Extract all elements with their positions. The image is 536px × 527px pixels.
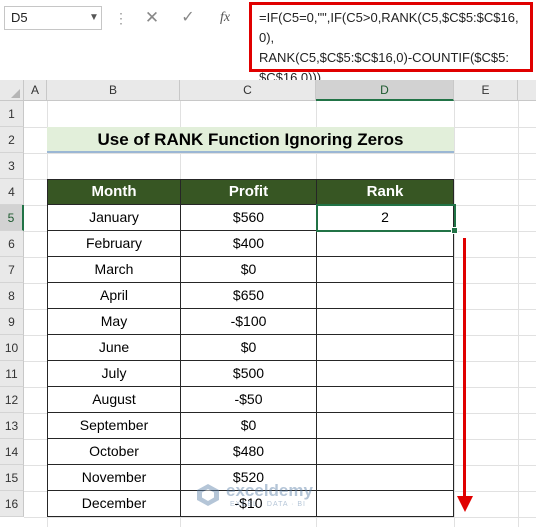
table-cell-month[interactable]: June <box>47 335 181 361</box>
table-cell-month[interactable]: November <box>47 465 181 491</box>
table-cell-month[interactable]: September <box>47 413 181 439</box>
check-icon[interactable]: ✓ <box>178 6 198 30</box>
table-cell-profit[interactable]: $400 <box>180 231 317 257</box>
table-cell-month[interactable]: February <box>47 231 181 257</box>
column-header-c[interactable]: C <box>180 80 316 101</box>
table-cell-month[interactable]: August <box>47 387 181 413</box>
table-cell-rank[interactable] <box>316 387 454 413</box>
table-cell-rank[interactable] <box>316 283 454 309</box>
table-cell-profit[interactable]: $0 <box>180 413 317 439</box>
row-header-6[interactable]: 6 <box>0 231 24 257</box>
active-cell-d5[interactable] <box>316 204 456 232</box>
table-cell-profit[interactable]: $0 <box>180 257 317 283</box>
fill-arrow-line <box>463 238 466 498</box>
row-header-7[interactable]: 7 <box>0 257 24 283</box>
gridline-horizontal <box>24 153 536 154</box>
table-cell-rank[interactable] <box>316 413 454 439</box>
table-cell-rank[interactable] <box>316 257 454 283</box>
watermark-name: exceldemy <box>226 481 313 500</box>
table-cell-month[interactable]: October <box>47 439 181 465</box>
column-header-b[interactable]: B <box>47 80 180 101</box>
table-cell-month[interactable]: March <box>47 257 181 283</box>
table-cell-profit[interactable]: $480 <box>180 439 317 465</box>
column-header-a[interactable]: A <box>24 80 47 101</box>
arrow-down-icon <box>457 496 473 512</box>
close-icon[interactable]: ✕ <box>142 6 162 30</box>
row-header-12[interactable]: 12 <box>0 387 24 413</box>
table-cell-rank[interactable] <box>316 439 454 465</box>
table-cell-month[interactable]: December <box>47 491 181 517</box>
row-header-3[interactable]: 3 <box>0 153 24 179</box>
table-cell-profit[interactable]: $650 <box>180 283 317 309</box>
header-profit[interactable]: Profit <box>180 179 317 205</box>
table-cell-month[interactable]: May <box>47 309 181 335</box>
header-rank[interactable]: Rank <box>316 179 454 205</box>
table-cell-profit[interactable]: -$50 <box>180 387 317 413</box>
column-header-d[interactable]: D <box>316 80 454 101</box>
column-header-e[interactable]: E <box>454 80 518 101</box>
row-header-1[interactable]: 1 <box>0 101 24 127</box>
column-header-bar: A B C D E <box>0 80 536 101</box>
formula-input[interactable]: =IF(C5=0,"",IF(C5>0,RANK(C5,$C$5:$C$16,0… <box>249 2 533 85</box>
row-header-4[interactable]: 4 <box>0 179 24 205</box>
table-cell-rank[interactable] <box>316 335 454 361</box>
row-header-8[interactable]: 8 <box>0 283 24 309</box>
table-cell-profit[interactable]: $0 <box>180 335 317 361</box>
table-cell-profit[interactable]: -$100 <box>180 309 317 335</box>
table-cell-profit[interactable]: $500 <box>180 361 317 387</box>
table-cell-month[interactable]: January <box>47 205 181 231</box>
header-month[interactable]: Month <box>47 179 181 205</box>
row-header-15[interactable]: 15 <box>0 465 24 491</box>
row-header-14[interactable]: 14 <box>0 439 24 465</box>
row-header-11[interactable]: 11 <box>0 361 24 387</box>
table-cell-rank[interactable] <box>316 309 454 335</box>
table-cell-month[interactable]: April <box>47 283 181 309</box>
watermark: exceldemy EXCEL · DATA · BI <box>196 481 376 521</box>
row-header-10[interactable]: 10 <box>0 335 24 361</box>
gridline-vertical <box>454 101 455 527</box>
exceldemy-logo-icon <box>197 484 219 506</box>
table-cell-rank[interactable] <box>316 231 454 257</box>
sheet-title[interactable]: Use of RANK Function Ignoring Zeros <box>47 127 454 153</box>
watermark-tagline: EXCEL · DATA · BI <box>230 501 306 508</box>
insert-function-icon[interactable]: fx <box>214 6 236 30</box>
select-all-icon <box>11 89 20 98</box>
row-header-2[interactable]: 2 <box>0 127 24 153</box>
table-cell-month[interactable]: July <box>47 361 181 387</box>
row-header-9[interactable]: 9 <box>0 309 24 335</box>
row-header-13[interactable]: 13 <box>0 413 24 439</box>
table-cell-rank[interactable] <box>316 361 454 387</box>
separator-icon: ⋮ <box>114 10 128 26</box>
row-header-16[interactable]: 16 <box>0 491 24 517</box>
fill-handle[interactable] <box>451 227 458 234</box>
gridline-vertical <box>518 101 519 527</box>
table-cell-profit[interactable]: $560 <box>180 205 317 231</box>
row-header-5[interactable]: 5 <box>0 205 24 231</box>
chevron-down-icon[interactable]: ▼ <box>86 6 102 30</box>
